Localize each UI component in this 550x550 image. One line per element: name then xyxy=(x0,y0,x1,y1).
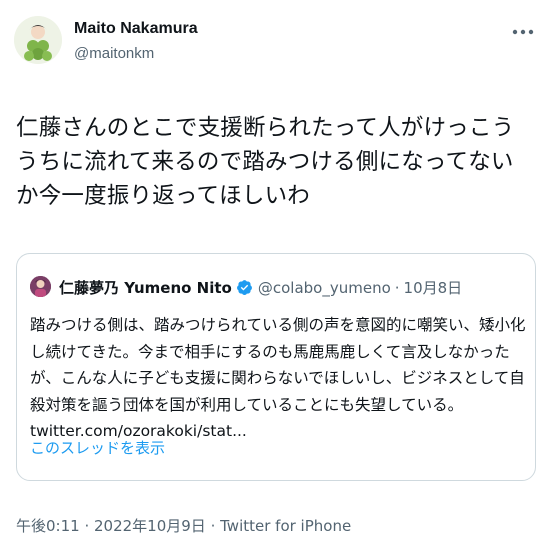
more-horizontal-icon xyxy=(512,29,534,35)
quoted-author-handle: @colabo_yumeno xyxy=(257,278,391,297)
quoted-author-name: 仁藤夢乃 Yumeno Nito xyxy=(59,279,232,297)
more-options-button[interactable] xyxy=(510,22,536,42)
verified-badge-icon xyxy=(236,279,253,296)
tweet-date[interactable]: 2022年10月9日 xyxy=(94,517,206,535)
author-avatar[interactable] xyxy=(14,16,62,64)
avatar-illustration xyxy=(30,276,51,297)
quoted-tweet-date[interactable]: 10月8日 xyxy=(404,277,463,298)
quoted-tweet-text: 踏みつける側は、踏みつけられている側の声を意図的に嘲笑い、矮小化し続けてきた。今… xyxy=(30,316,526,440)
author-display-name[interactable]: Maito Nakamura xyxy=(74,20,198,38)
show-thread-link[interactable]: このスレッドを表示 xyxy=(30,437,165,458)
quoted-tweet-header: 仁藤夢乃 Yumeno Nito @colabo_yumeno · 10月8日 xyxy=(59,277,462,298)
separator-dot: · xyxy=(79,517,94,535)
quoted-tweet-card[interactable]: 仁藤夢乃 Yumeno Nito @colabo_yumeno · 10月8日 … xyxy=(16,253,536,481)
avatar-illustration xyxy=(14,16,62,64)
tweet-text: 仁藤さんのとこで支援断られたって人がけっこううちに流れて来るので踏みつける側にな… xyxy=(16,115,515,209)
tweet-meta: 午後0:11 · 2022年10月9日 · Twitter for iPhone xyxy=(16,515,351,536)
quoted-author-avatar xyxy=(30,276,51,297)
tweet-source[interactable]: Twitter for iPhone xyxy=(220,517,351,535)
author-handle[interactable]: @maitonkm xyxy=(74,45,154,62)
tweet-time[interactable]: 午後0:11 xyxy=(16,517,80,535)
separator-dot: · xyxy=(205,517,221,535)
separator-dot: · xyxy=(394,278,400,297)
